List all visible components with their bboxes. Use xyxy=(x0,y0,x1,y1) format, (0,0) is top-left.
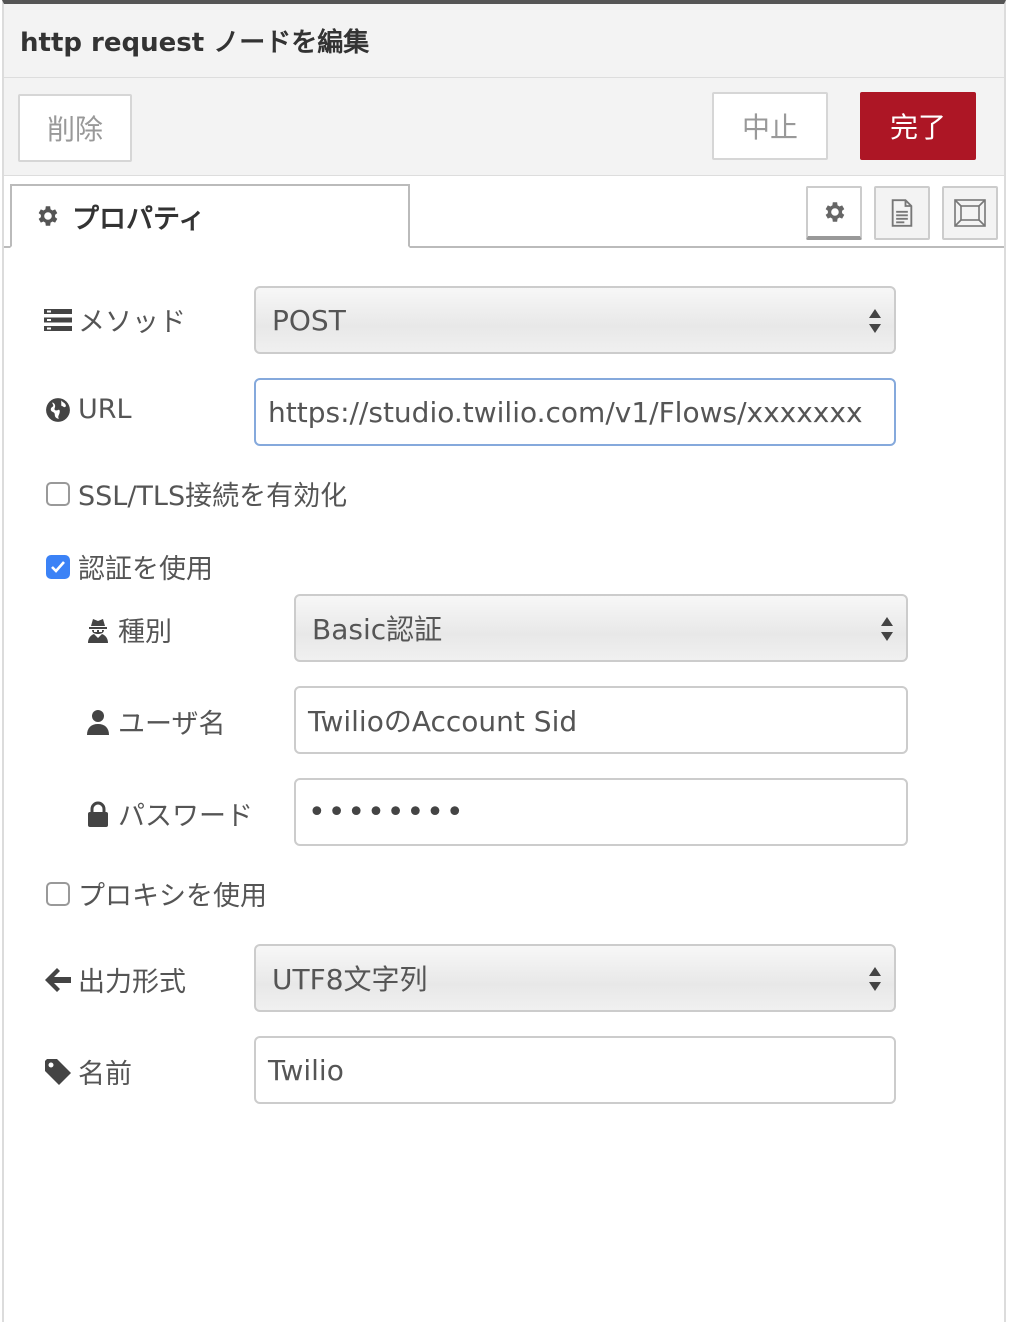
method-label: メソッド xyxy=(78,307,186,338)
edit-dialog: http request ノードを編集 削除 中止 完了 プロパティ メソッド … xyxy=(2,0,1006,1322)
proxy-label: プロキシを使用 xyxy=(78,881,267,912)
auth-label: 認証を使用 xyxy=(78,554,213,585)
dialog-title: http request ノードを編集 xyxy=(20,28,370,58)
ssl-checkbox[interactable] xyxy=(46,481,70,506)
auth-type-select[interactable]: Basic認証 xyxy=(294,594,908,662)
ssl-label: SSL/TLS接続を有効化 xyxy=(78,481,348,512)
method-label-row: メソッド xyxy=(44,300,186,339)
select-arrows-icon xyxy=(868,306,882,336)
dialog-header: http request ノードを編集 xyxy=(4,4,1004,78)
tag-icon xyxy=(44,1058,72,1086)
gear-icon xyxy=(34,203,60,229)
appearance-tab-button[interactable] xyxy=(942,186,998,240)
checkmark-icon xyxy=(51,560,65,573)
user-secret-icon xyxy=(84,616,112,644)
password-label-row: パスワード xyxy=(84,794,253,833)
output-label-row: 出力形式 xyxy=(44,960,186,999)
username-label: ユーザ名 xyxy=(118,709,226,740)
name-label-row: 名前 xyxy=(44,1052,132,1091)
tasks-icon xyxy=(44,306,72,334)
dialog-toolbar: 削除 中止 完了 xyxy=(4,78,1004,176)
cancel-button[interactable]: 中止 xyxy=(712,92,828,160)
output-label: 出力形式 xyxy=(78,967,186,998)
username-input[interactable]: TwilioのAccount Sid xyxy=(294,686,908,754)
select-arrows-icon xyxy=(880,614,894,644)
auth-checkbox[interactable] xyxy=(46,554,70,579)
auth-type-label: 種別 xyxy=(118,617,172,648)
globe-icon xyxy=(44,396,72,424)
password-input[interactable]: •••••••• xyxy=(294,778,908,846)
arrow-left-icon xyxy=(44,966,72,994)
settings-tab-button[interactable] xyxy=(806,186,862,240)
auth-type-label-row: 種別 xyxy=(84,610,172,649)
user-icon xyxy=(84,708,112,736)
ssl-row: SSL/TLS接続を有効化 xyxy=(46,474,347,513)
url-label: URL xyxy=(78,394,132,425)
lock-icon xyxy=(84,800,112,828)
name-input[interactable]: Twilio xyxy=(254,1036,896,1104)
output-value: UTF8文字列 xyxy=(272,963,428,996)
auth-type-value: Basic認証 xyxy=(312,613,443,646)
url-label-row: URL xyxy=(44,394,132,425)
gear-icon xyxy=(821,199,847,225)
username-label-row: ユーザ名 xyxy=(84,702,225,741)
auth-row: 認証を使用 xyxy=(46,547,213,586)
output-select[interactable]: UTF8文字列 xyxy=(254,944,896,1012)
proxy-row: プロキシを使用 xyxy=(46,874,267,913)
method-select[interactable]: POST xyxy=(254,286,896,354)
delete-button[interactable]: 削除 xyxy=(18,94,132,162)
tab-properties[interactable]: プロパティ xyxy=(10,184,410,248)
proxy-checkbox[interactable] xyxy=(46,881,70,906)
name-label: 名前 xyxy=(78,1059,132,1090)
select-arrows-icon xyxy=(868,964,882,994)
frame-icon xyxy=(954,199,986,227)
url-input[interactable]: https://studio.twilio.com/v1/Flows/xxxxx… xyxy=(254,378,896,446)
password-label: パスワード xyxy=(118,801,253,832)
done-button[interactable]: 完了 xyxy=(860,92,976,160)
description-tab-button[interactable] xyxy=(874,186,930,240)
tab-properties-label: プロパティ xyxy=(72,203,206,235)
method-value: POST xyxy=(272,303,346,337)
tab-bar: プロパティ xyxy=(4,176,1004,248)
document-icon xyxy=(890,199,914,227)
